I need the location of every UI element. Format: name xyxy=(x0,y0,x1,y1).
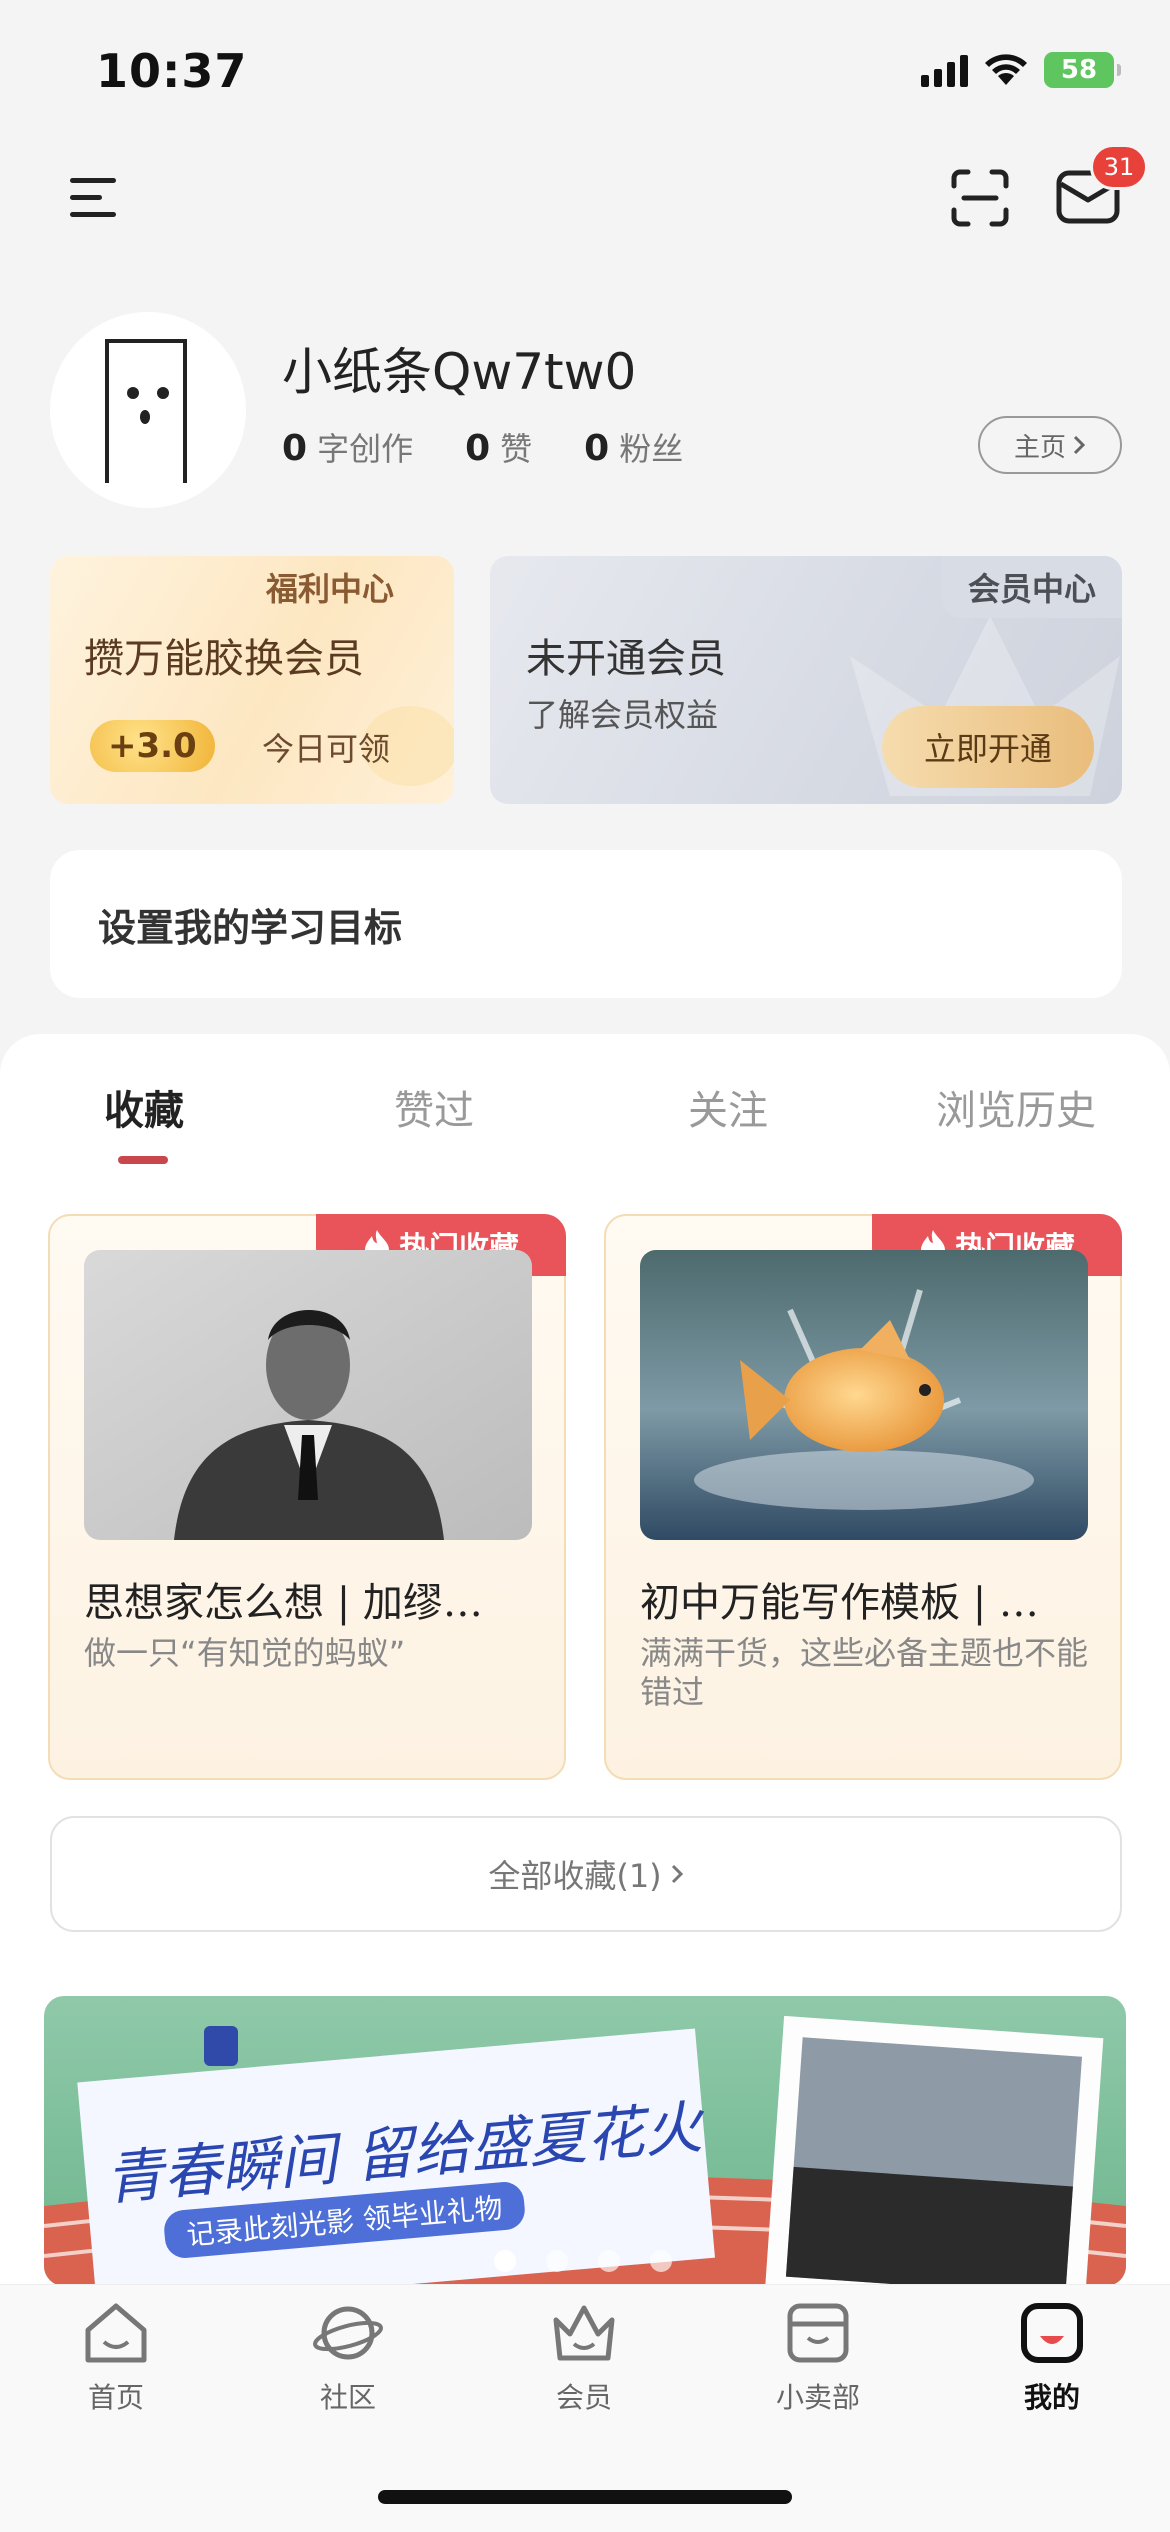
planet-icon xyxy=(313,2306,383,2360)
battery-level: 58 xyxy=(1060,55,1098,85)
battery-icon: 58 xyxy=(1044,52,1121,88)
all-favorites-label: 全部收藏(1) xyxy=(488,1857,662,1895)
nav-home[interactable]: 首页 xyxy=(36,2300,196,2416)
favorite-thumbnail xyxy=(640,1250,1088,1540)
home-indicator xyxy=(378,2490,792,2504)
nav-community[interactable]: 社区 xyxy=(268,2300,428,2416)
carousel-dots xyxy=(494,2250,672,2272)
menu-icon[interactable] xyxy=(70,176,122,220)
status-icons: 58 xyxy=(921,52,1121,88)
tab-liked[interactable]: 赞过 xyxy=(394,1078,474,1136)
carousel-dot[interactable] xyxy=(546,2250,568,2272)
carousel-dot[interactable] xyxy=(650,2250,672,2272)
favorite-title: 思想家怎么想 | 加缪… xyxy=(84,1580,483,1626)
welfare-title: 攒万能胶换会员 xyxy=(84,636,364,682)
profile-icon xyxy=(1021,2303,1083,2363)
signal-icon xyxy=(921,53,968,87)
tab-following[interactable]: 关注 xyxy=(688,1078,768,1136)
stat-creations[interactable]: 0 字创作 xyxy=(282,424,413,470)
nav-member[interactable]: 会员 xyxy=(504,2300,664,2416)
join-member-button[interactable]: 立即开通 xyxy=(882,706,1094,788)
homepage-button[interactable]: 主页 xyxy=(978,416,1122,474)
shop-icon xyxy=(787,2303,849,2363)
avatar[interactable] xyxy=(50,312,246,508)
favorite-title: 初中万能写作模板 | … xyxy=(640,1580,1039,1626)
member-tag: 会员中心 xyxy=(941,556,1122,618)
paper-mascot-icon xyxy=(105,339,187,483)
carousel-dot[interactable] xyxy=(494,2250,516,2272)
nav-me[interactable]: 我的 xyxy=(972,2300,1132,2416)
wifi-icon xyxy=(985,54,1027,85)
tab-history[interactable]: 浏览历史 xyxy=(936,1078,1096,1136)
username: 小纸条Qw7tw0 xyxy=(282,343,637,401)
favorite-desc: 满满干货，这些必备主题也不能错过 xyxy=(640,1634,1089,1712)
favorite-desc: 做一只“有知觉的蚂蚁” xyxy=(84,1634,406,1672)
stat-followers[interactable]: 0 粉丝 xyxy=(584,424,683,470)
favorite-thumbnail xyxy=(84,1250,532,1540)
member-center-card[interactable]: 会员中心 未开通会员 了解会员权益 立即开通 xyxy=(490,556,1122,804)
home-icon xyxy=(85,2303,147,2363)
stat-likes[interactable]: 0赞 xyxy=(465,424,532,470)
scan-icon[interactable] xyxy=(950,168,1010,228)
member-benefits-link[interactable]: 了解会员权益 xyxy=(526,690,718,736)
claim-today-label[interactable]: 今日可领 xyxy=(262,724,390,770)
chevron-right-icon xyxy=(1073,435,1086,455)
coin-amount: +3.0 xyxy=(90,720,215,772)
member-status: 未开通会员 xyxy=(526,636,726,682)
carousel-dot[interactable] xyxy=(598,2250,620,2272)
profile-stats: 0 字创作 0赞 0 粉丝 xyxy=(282,424,683,470)
all-favorites-button[interactable]: 全部收藏(1) xyxy=(50,1816,1122,1932)
tab-favorites[interactable]: 收藏 xyxy=(104,1078,184,1136)
promo-banner[interactable]: 青春瞬间 留给盛夏花火 记录此刻光影 领毕业礼物 xyxy=(44,1996,1126,2286)
active-tab-indicator xyxy=(118,1156,168,1164)
unread-badge: 31 xyxy=(1090,144,1148,190)
nav-shop[interactable]: 小卖部 xyxy=(738,2300,898,2416)
chevron-right-icon xyxy=(671,1864,683,1884)
learning-goal-card[interactable]: 设置我的学习目标 xyxy=(50,850,1122,998)
crown-icon xyxy=(553,2305,615,2361)
homepage-label: 主页 xyxy=(1013,432,1066,463)
status-time: 10:37 xyxy=(96,44,248,98)
